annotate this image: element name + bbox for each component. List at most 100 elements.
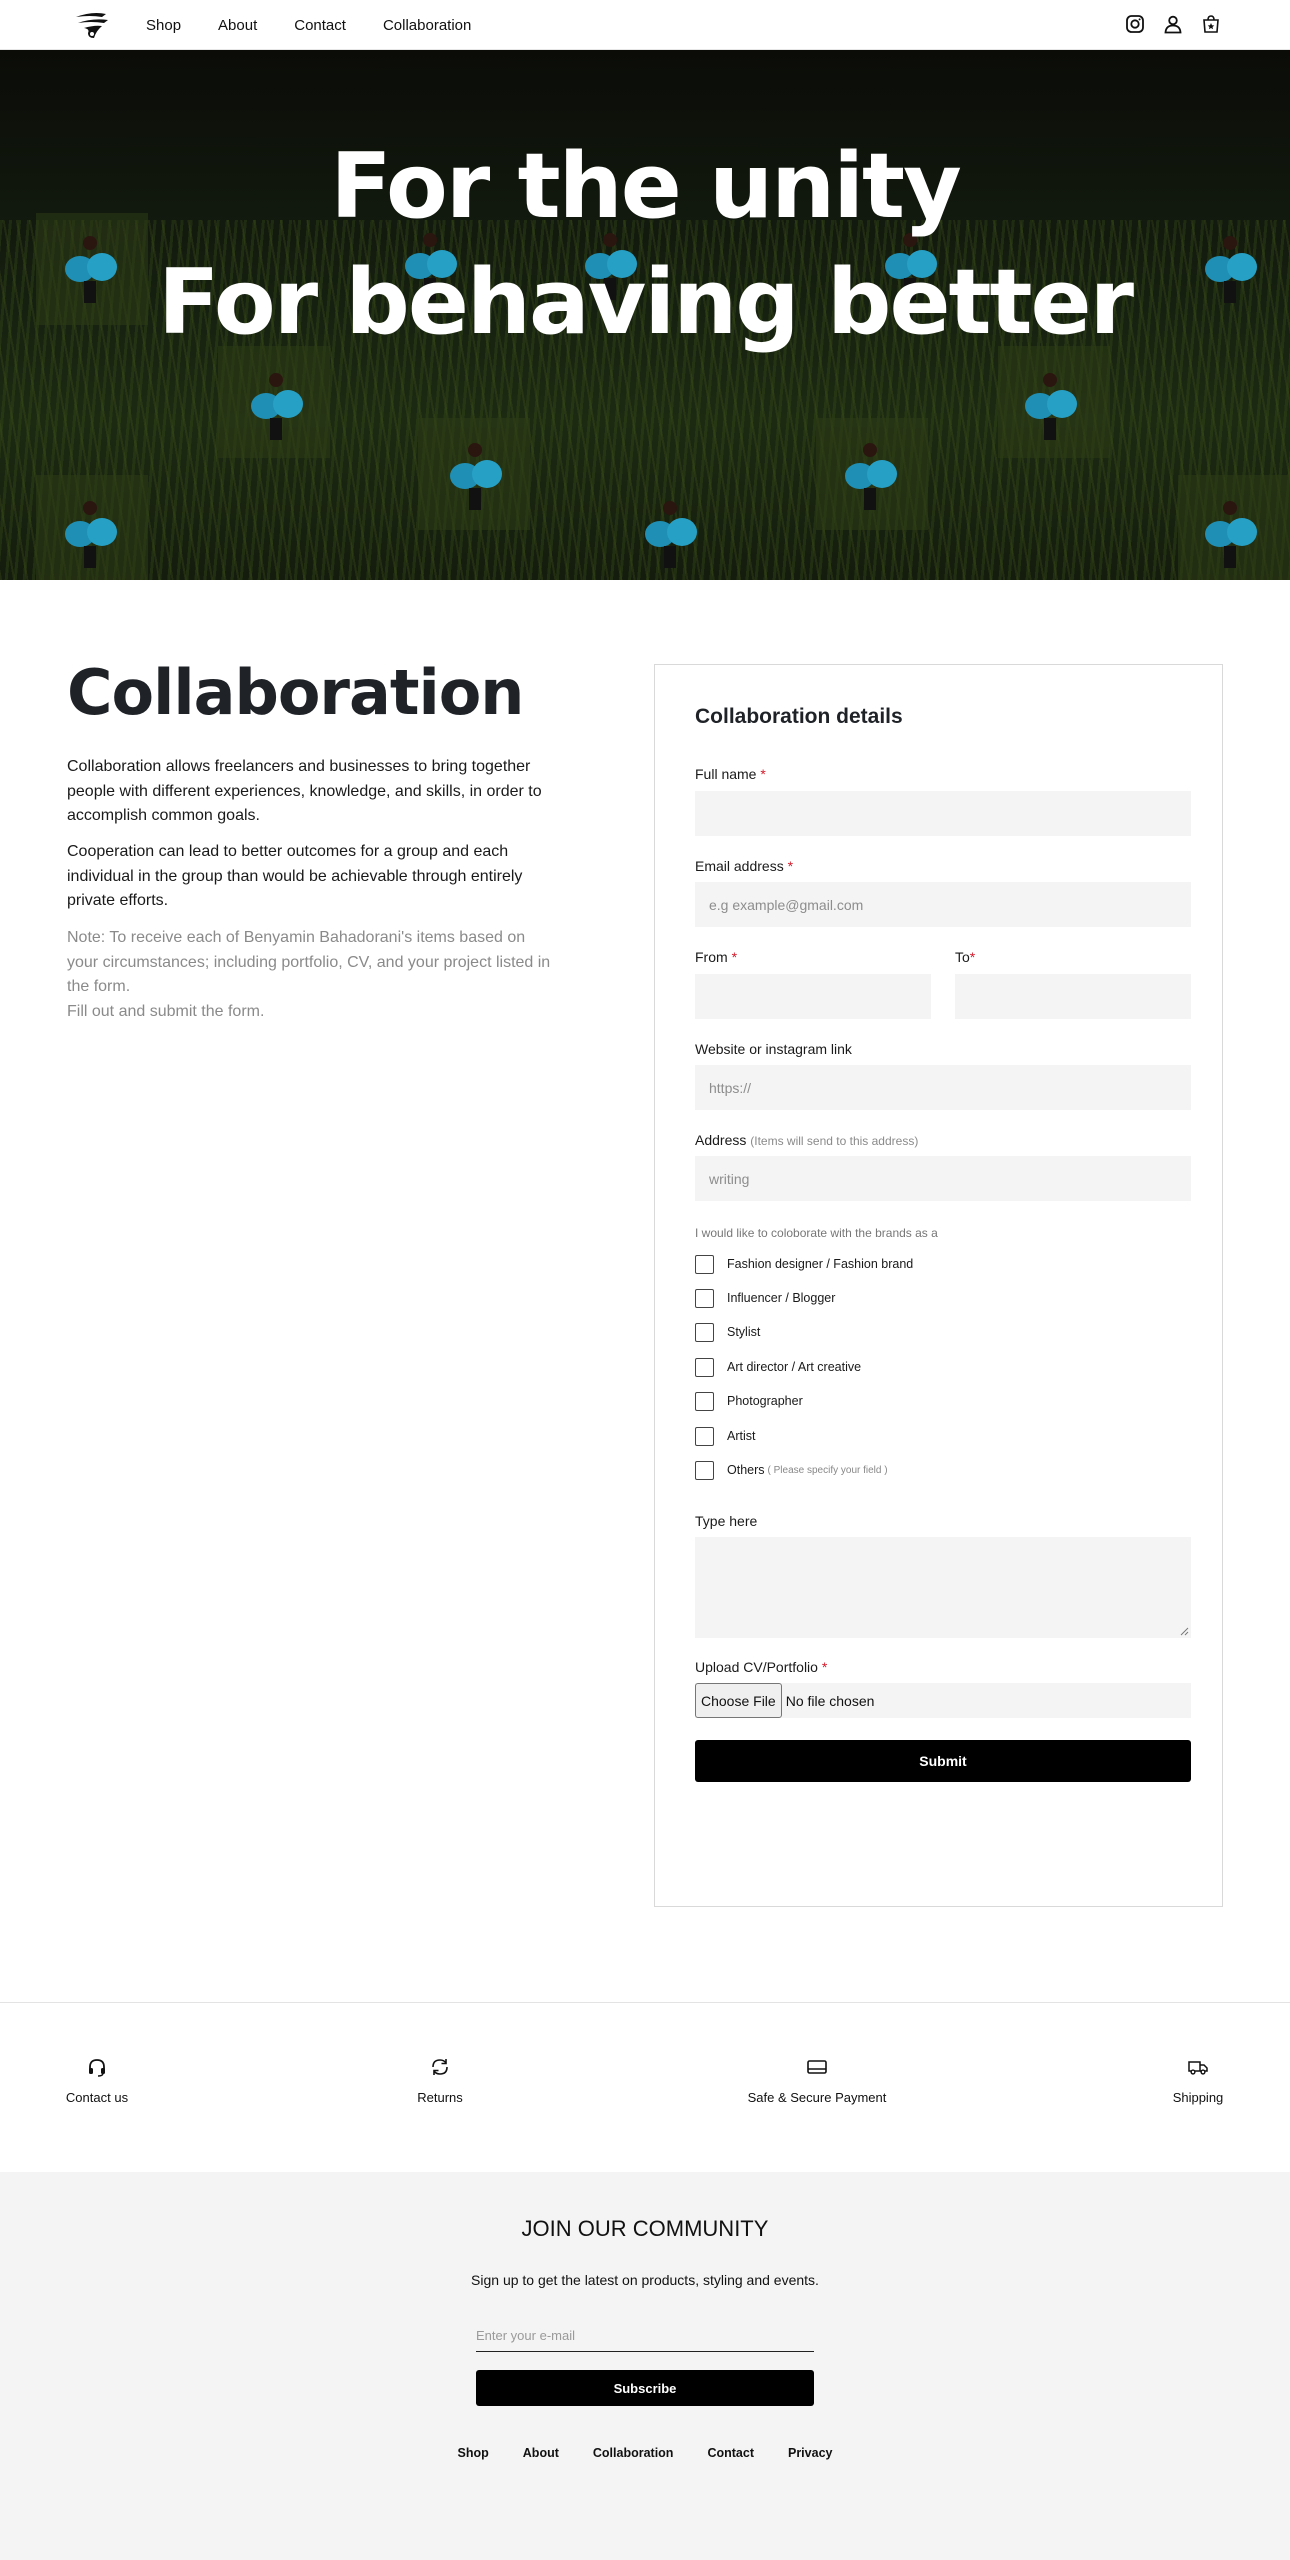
role-option-fashion-designer[interactable]: Fashion designer / Fashion brand xyxy=(695,1254,913,1274)
footer-link-collaboration[interactable]: Collaboration xyxy=(593,2446,674,2460)
service-returns[interactable]: Returns xyxy=(340,2056,540,2105)
hero-banner: For the unity For behaving better xyxy=(0,50,1290,580)
full-name-label: Full name * xyxy=(695,766,766,782)
checkbox[interactable] xyxy=(695,1460,714,1480)
newsletter-title: JOIN OUR COMMUNITY xyxy=(521,2216,769,2241)
website-label: Website or instagram link xyxy=(695,1041,852,1057)
upload-label: Upload CV/Portfolio * xyxy=(695,1659,827,1675)
role-option-label: Fashion designer / Fashion brand xyxy=(727,1257,914,1271)
nav-contact[interactable]: Contact xyxy=(294,17,346,34)
newsletter-footer: JOIN OUR COMMUNITY Sign up to get the la… xyxy=(0,2172,1290,2560)
checkbox[interactable] xyxy=(695,1254,714,1274)
figure-photo xyxy=(845,443,897,510)
account-icon[interactable] xyxy=(1162,13,1184,35)
service-secure-payment[interactable]: Safe & Secure Payment xyxy=(717,2056,917,2105)
intro-paragraph-2: Cooperation can lead to better outcomes … xyxy=(67,843,523,909)
intro-paragraph-1: Collaboration allows freelancers and bus… xyxy=(67,758,542,824)
role-group-caption: I would like to coloborate with the bran… xyxy=(695,1226,938,1240)
figure-photo xyxy=(251,373,303,440)
required-mark: * xyxy=(760,766,766,782)
intro-note-instruction: Fill out and submit the form. xyxy=(67,1002,265,1020)
required-mark: * xyxy=(969,949,976,965)
checkbox[interactable] xyxy=(695,1391,714,1411)
footer-link-contact[interactable]: Contact xyxy=(707,2446,754,2460)
footer-link-about[interactable]: About xyxy=(523,2446,559,2460)
checkbox[interactable] xyxy=(695,1322,714,1342)
figure-photo xyxy=(645,501,697,568)
other-field-textarea[interactable] xyxy=(695,1537,1191,1638)
address-hint: (Items will send to this address) xyxy=(750,1134,919,1148)
address-label-text: Address xyxy=(695,1132,747,1148)
choose-file-button[interactable]: Choose File xyxy=(695,1683,782,1718)
instagram-icon[interactable] xyxy=(1124,13,1146,35)
card-icon xyxy=(807,2060,827,2074)
website-input[interactable] xyxy=(695,1065,1191,1110)
hero-headline-line-1: For the unity xyxy=(330,134,962,239)
resize-grip-icon[interactable] xyxy=(1180,1627,1189,1636)
required-mark: * xyxy=(731,949,738,965)
hero-headline-line-2: For behaving better xyxy=(158,250,1134,355)
brand-logo-icon[interactable] xyxy=(72,9,112,41)
full-name-input[interactable] xyxy=(695,791,1191,836)
role-option-label: Art director / Art creative xyxy=(727,1360,862,1374)
address-label: Address (Items will send to this address… xyxy=(695,1132,918,1148)
service-label: Shipping xyxy=(1172,2090,1224,2105)
service-contact-us[interactable]: Contact us xyxy=(0,2056,197,2105)
section-divider xyxy=(0,2002,1290,2003)
figure-photo xyxy=(65,501,117,568)
returns-icon xyxy=(432,2059,448,2075)
to-label: To* xyxy=(955,949,975,965)
role-option-others[interactable]: Others( Please specify your field ) xyxy=(695,1460,888,1480)
service-label: Returns xyxy=(417,2090,463,2105)
nav-shop[interactable]: Shop xyxy=(146,17,181,34)
page-title: Collaboration xyxy=(67,656,524,729)
address-input[interactable] xyxy=(695,1156,1191,1201)
footer-link-privacy[interactable]: Privacy xyxy=(788,2446,832,2460)
from-label-text: From xyxy=(695,949,728,965)
intro-note-text: Note: To receive each of Benyamin Bahado… xyxy=(67,929,551,995)
role-option-stylist[interactable]: Stylist xyxy=(695,1322,760,1342)
footer-link-shop[interactable]: Shop xyxy=(458,2446,489,2460)
service-label: Contact us xyxy=(65,2090,129,2105)
nav-about[interactable]: About xyxy=(218,17,257,34)
figure-photo xyxy=(450,443,502,510)
intro-note: Note: To receive each of Benyamin Bahado… xyxy=(67,926,557,1024)
service-shipping[interactable]: Shipping xyxy=(1098,2056,1290,2105)
service-label: Safe & Secure Payment xyxy=(747,2090,887,2105)
role-option-photographer[interactable]: Photographer xyxy=(695,1391,803,1411)
role-option-artist[interactable]: Artist xyxy=(695,1426,755,1446)
header-tools xyxy=(1124,13,1222,35)
full-name-label-text: Full name xyxy=(695,766,757,782)
required-mark: * xyxy=(821,1659,828,1675)
file-status-text: No file chosen xyxy=(785,1692,875,1709)
headset-icon xyxy=(89,2059,105,2077)
to-label-text: To xyxy=(955,949,970,965)
role-option-label: Others xyxy=(727,1463,765,1477)
role-option-influencer[interactable]: Influencer / Blogger xyxy=(695,1288,835,1308)
email-input[interactable] xyxy=(695,882,1191,927)
checkbox[interactable] xyxy=(695,1426,714,1446)
subscribe-button[interactable]: Subscribe xyxy=(476,2370,814,2406)
checkbox[interactable] xyxy=(695,1288,714,1308)
role-option-art-director[interactable]: Art director / Art creative xyxy=(695,1357,861,1377)
nav-collaboration[interactable]: Collaboration xyxy=(383,17,471,34)
from-input[interactable] xyxy=(695,974,931,1019)
form-title: Collaboration details xyxy=(695,705,903,728)
submit-button[interactable]: Submit xyxy=(695,1740,1191,1782)
required-mark: * xyxy=(787,858,794,874)
email-label-text: Email address xyxy=(695,858,784,874)
newsletter-subtitle: Sign up to get the latest on products, s… xyxy=(471,2272,819,2288)
top-navigation-bar: Shop About Contact Collaboration xyxy=(0,0,1290,50)
footer-links: Shop About Collaboration Contact Privacy xyxy=(0,2446,1290,2460)
from-label: From * xyxy=(695,949,737,965)
upload-label-text: Upload CV/Portfolio xyxy=(695,1659,818,1675)
cart-icon[interactable] xyxy=(1200,13,1222,35)
others-hint: ( Please specify your field ) xyxy=(767,1464,888,1476)
to-input[interactable] xyxy=(955,974,1191,1019)
checkbox[interactable] xyxy=(695,1357,714,1377)
truck-icon xyxy=(1188,2061,1208,2075)
figure-photo xyxy=(1025,373,1077,440)
role-option-label: Stylist xyxy=(727,1325,761,1339)
figure-photo xyxy=(1205,501,1257,568)
newsletter-email-input[interactable] xyxy=(476,2320,814,2352)
